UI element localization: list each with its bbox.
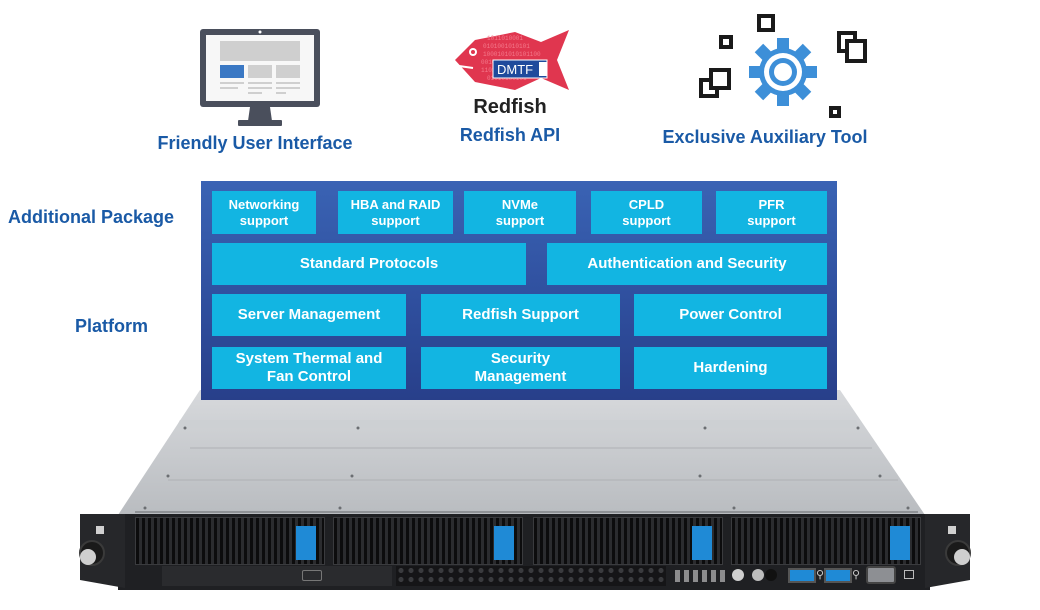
dmtf-logo-text: DMTF (497, 62, 533, 77)
box-standard-protocols: Standard Protocols (212, 243, 526, 285)
redfish-dmtf-logo: 1011010001 0101001010101 100010101010110… (455, 30, 569, 90)
box-pfr-support: PFR support (716, 191, 827, 234)
box-thermal-fan-control: System Thermal and Fan Control (212, 347, 406, 389)
usb-port[interactable] (824, 568, 852, 583)
gear-icon (699, 14, 867, 118)
drive-latch[interactable] (296, 526, 316, 560)
box-networking-support: Networking support (212, 191, 316, 234)
drive-bay[interactable] (731, 517, 921, 565)
box-label: System Thermal and Fan Control (235, 350, 383, 385)
drive-bay[interactable] (533, 517, 723, 565)
box-hba-raid-support: HBA and RAID support (338, 191, 453, 234)
feature-label-tool: Exclusive Auxiliary Tool (662, 127, 868, 147)
usb-icon: ⚲ (852, 569, 861, 581)
monitor-icon (200, 29, 320, 126)
box-label: CPLD support (622, 196, 671, 228)
drive-bay[interactable] (333, 517, 523, 565)
front-io: ⚲ ⚲ (160, 566, 920, 588)
feature-redfish: 1011010001 0101001010101 100010101010110… (445, 20, 575, 150)
drive-latch[interactable] (692, 526, 712, 560)
box-power-control: Power Control (634, 294, 827, 336)
drive-latch[interactable] (890, 526, 910, 560)
box-cpld-support: CPLD support (591, 191, 702, 234)
label-additional-package: Additional Package (8, 207, 175, 227)
box-redfish-support: Redfish Support (421, 294, 620, 336)
box-label: PFR support (747, 196, 796, 228)
feature-label-ui: Friendly User Interface (157, 133, 353, 153)
drive-bays (135, 517, 925, 565)
usb-port[interactable] (788, 568, 816, 583)
drive-latch[interactable] (494, 526, 514, 560)
status-leds (675, 570, 725, 582)
box-authentication-security: Authentication and Security (547, 243, 827, 285)
box-hardening: Hardening (634, 347, 827, 389)
label-platform: Platform (75, 316, 149, 336)
eject-button[interactable] (302, 570, 322, 581)
box-label: Authentication and Security (587, 255, 787, 272)
monitor-port-icon (904, 570, 914, 579)
box-label: NVMe support (495, 196, 545, 228)
box-nvme-support: NVMe support (464, 191, 576, 234)
feature-label-redfish: Redfish API (459, 125, 561, 145)
optical-slot (162, 566, 392, 586)
usb-icon: ⚲ (816, 569, 825, 581)
id-button[interactable] (765, 569, 777, 581)
box-label: Hardening (693, 359, 768, 376)
reset-button[interactable] (752, 569, 764, 581)
vga-port[interactable] (866, 566, 896, 584)
box-label: Security Management (474, 350, 567, 385)
svg-text:0101001010101: 0101001010101 (483, 43, 530, 50)
vent-grille (396, 566, 666, 586)
feature-panel: Networking support HBA and RAID support … (201, 181, 837, 400)
drive-bay[interactable] (135, 517, 325, 565)
svg-text:1011010001: 1011010001 (487, 35, 523, 42)
box-label: Redfish Support (462, 306, 579, 323)
box-label: HBA and RAID support (350, 196, 441, 228)
box-security-management: Security Management (421, 347, 620, 389)
box-label: Server Management (237, 306, 381, 323)
feature-ui: Friendly User Interface (150, 25, 360, 160)
redfish-caption: Redfish (473, 96, 547, 118)
power-button[interactable] (732, 569, 744, 581)
box-server-management: Server Management (212, 294, 406, 336)
svg-text:1000101010101100: 1000101010101100 (483, 51, 541, 58)
box-label: Standard Protocols (299, 255, 439, 272)
box-label: Power Control (679, 306, 782, 323)
box-label: Networking support (228, 196, 300, 228)
feature-tool: Exclusive Auxiliary Tool (655, 10, 875, 155)
